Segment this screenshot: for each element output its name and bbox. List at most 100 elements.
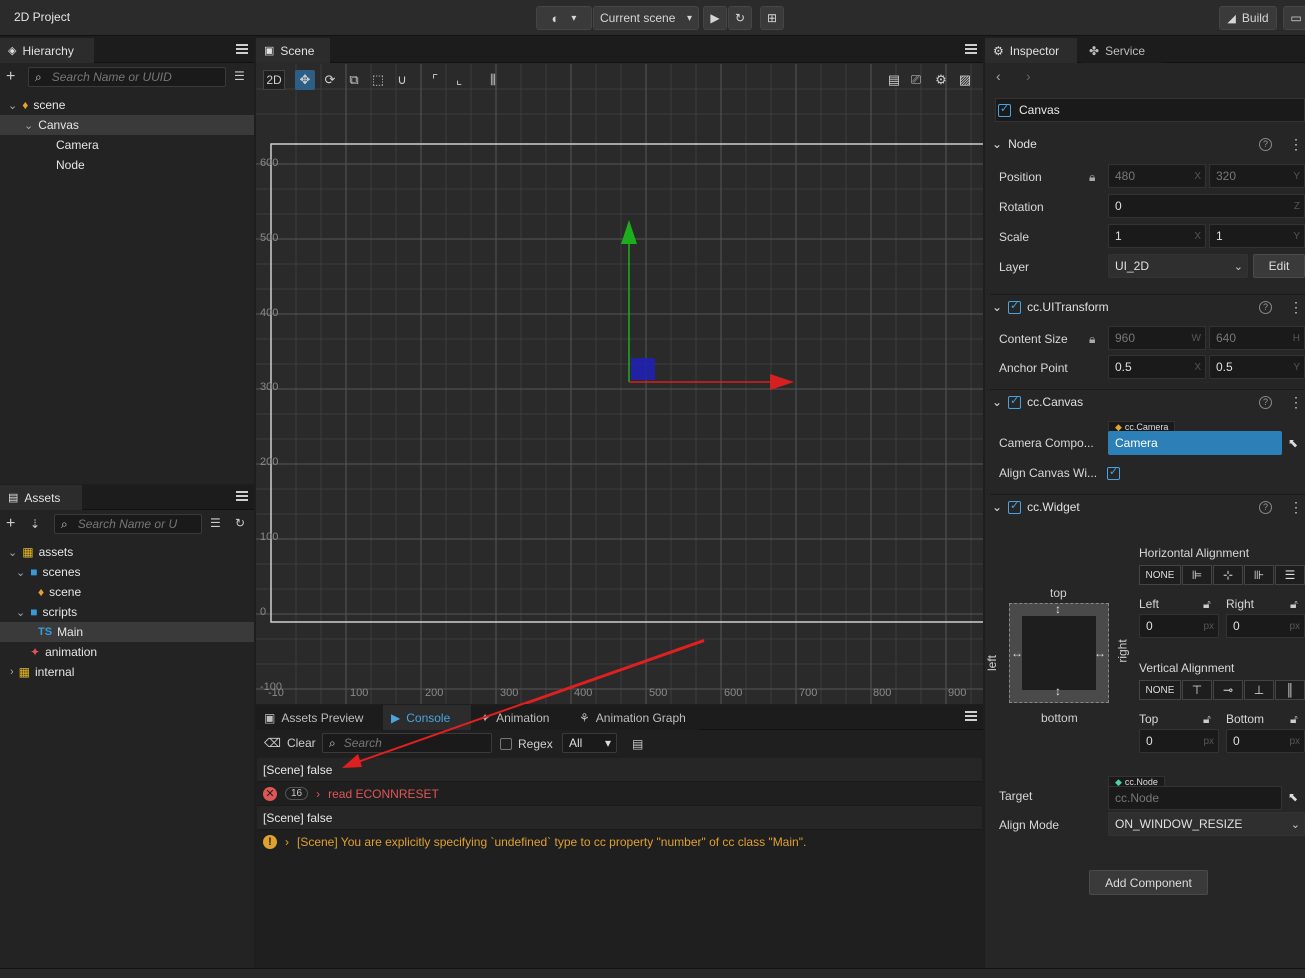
align-mode-select[interactable]: ON_WINDOW_RESIZE ⌄ bbox=[1108, 812, 1305, 836]
asset-item-scene[interactable]: ♦ scene bbox=[38, 582, 81, 602]
align-tool-icon[interactable]: ⫼ bbox=[480, 70, 506, 90]
tree-item-node[interactable]: Node bbox=[56, 155, 85, 175]
add-icon[interactable]: + bbox=[6, 515, 15, 533]
node-name-row[interactable]: Canvas bbox=[995, 98, 1305, 122]
refresh-icon[interactable]: ↻ bbox=[235, 516, 245, 530]
pick-target-icon[interactable]: ⬉ bbox=[1288, 790, 1298, 804]
scene-select[interactable]: Current scene ▾ bbox=[593, 6, 699, 30]
snap-tool-icon[interactable]: ∪ bbox=[392, 70, 412, 90]
align-bottom-icon[interactable]: ⊥ bbox=[1244, 680, 1274, 700]
node-active-checkbox[interactable] bbox=[998, 102, 1011, 117]
mode-2d-toggle[interactable]: 2D bbox=[263, 70, 285, 90]
v-align-none-button[interactable]: NONE bbox=[1139, 680, 1181, 700]
resolution-icon[interactable]: ▤ bbox=[884, 70, 904, 90]
content-height-field[interactable]: 640 H bbox=[1209, 326, 1305, 350]
help-icon[interactable]: ? bbox=[1259, 396, 1272, 409]
node-name-field[interactable]: Canvas bbox=[1019, 103, 1060, 117]
align-stretch-h-icon[interactable]: ☰ bbox=[1275, 565, 1305, 585]
h-align-none-button[interactable]: NONE bbox=[1139, 565, 1181, 585]
asset-item-assets[interactable]: ⌄ ▦ assets bbox=[0, 542, 254, 562]
lock-icon[interactable]: 🔓︎ bbox=[1203, 597, 1211, 612]
rotate-tool-icon[interactable]: ⟳ bbox=[320, 70, 340, 90]
more-icon[interactable]: ⋮ bbox=[1289, 500, 1303, 514]
back-icon[interactable]: ‹ bbox=[996, 68, 1001, 84]
tree-item-canvas[interactable]: ⌄ Canvas bbox=[0, 115, 254, 135]
lock-icon[interactable]: 🔒︎ bbox=[1089, 332, 1095, 347]
more-icon[interactable]: ⋮ bbox=[1289, 300, 1303, 314]
anchor-x-field[interactable]: 0.5 X bbox=[1108, 355, 1206, 379]
camera-icon[interactable]: ⎚ bbox=[906, 70, 926, 90]
preview-grid-button[interactable]: ⊞ bbox=[760, 6, 784, 30]
tab-inspector[interactable]: ⚙ Inspector bbox=[985, 38, 1077, 63]
asset-item-scripts[interactable]: ⌄ ■ scripts bbox=[0, 602, 254, 622]
build-button[interactable]: ◢ Build bbox=[1219, 6, 1277, 30]
canvas-section-header[interactable]: ⌄ cc.Canvas bbox=[992, 391, 1083, 413]
assets-search-input[interactable]: ⌕ Search Name or U bbox=[54, 514, 202, 534]
console-line-warning[interactable]: ! › [Scene] You are explicitly specifyin… bbox=[257, 830, 982, 854]
help-icon[interactable]: ? bbox=[1259, 301, 1272, 314]
component-enabled-checkbox[interactable] bbox=[1008, 394, 1022, 409]
edit-layer-button[interactable]: Edit bbox=[1253, 254, 1305, 278]
right-anchor-icon[interactable]: ↔ bbox=[1094, 646, 1106, 660]
asset-item-scenes[interactable]: ⌄ ■ scenes bbox=[0, 562, 254, 582]
tab-hierarchy[interactable]: ◈ Hierarchy bbox=[0, 38, 94, 63]
tab-assets[interactable]: ▤ Assets bbox=[0, 485, 82, 510]
lock-icon[interactable]: 🔓︎ bbox=[1290, 712, 1298, 727]
layer-select[interactable]: UI_2D ⌄ bbox=[1108, 254, 1248, 278]
menu-icon[interactable] bbox=[965, 711, 977, 723]
scene-viewport[interactable]: 600 500 400 300 200 100 0 -100 -10 100 2… bbox=[256, 64, 983, 704]
align-left-icon[interactable]: ⊫ bbox=[1182, 565, 1212, 585]
forward-icon[interactable]: › bbox=[1026, 68, 1031, 84]
list-icon[interactable]: ☰ bbox=[210, 516, 221, 530]
align-center-h-icon[interactable]: ⊹ bbox=[1213, 565, 1243, 585]
align-canvas-checkbox[interactable] bbox=[1107, 465, 1120, 480]
node-section-header[interactable]: ⌄ Node bbox=[992, 133, 1037, 155]
more-icon[interactable]: ⋮ bbox=[1289, 395, 1303, 409]
bottom-anchor-icon[interactable]: ↕ bbox=[1055, 684, 1061, 698]
tree-item-scene[interactable]: ⌄ ♦ scene bbox=[0, 95, 254, 115]
lock-icon[interactable]: 🔓︎ bbox=[1203, 712, 1211, 727]
help-icon[interactable]: ? bbox=[1259, 138, 1272, 151]
tab-service[interactable]: ✤ Service bbox=[1081, 38, 1161, 63]
menu-icon[interactable] bbox=[236, 491, 248, 503]
scale-x-field[interactable]: 1X bbox=[1108, 224, 1206, 248]
clear-button[interactable]: ⌫ Clear bbox=[264, 736, 316, 750]
align-center-v-icon[interactable]: ⊸ bbox=[1213, 680, 1243, 700]
rotation-field[interactable]: 0Z bbox=[1108, 194, 1305, 218]
left-offset-field[interactable]: 0 px bbox=[1139, 614, 1219, 638]
menu-icon[interactable] bbox=[236, 44, 248, 56]
console-line[interactable]: [Scene] false bbox=[257, 806, 982, 830]
gizmo-icon[interactable]: ▨ bbox=[955, 70, 975, 90]
play-button[interactable]: ▶ bbox=[703, 6, 727, 30]
rect-tool-icon[interactable]: ⬚ bbox=[368, 70, 388, 90]
sort-icon[interactable]: ⇣ bbox=[30, 517, 40, 531]
add-component-button[interactable]: Add Component bbox=[1089, 870, 1208, 895]
right-offset-field[interactable]: 0 px bbox=[1226, 614, 1305, 638]
widget-alignment-diagram[interactable]: ↕ ↕ ↔ ↔ bbox=[1009, 602, 1109, 703]
tree-item-camera[interactable]: Camera bbox=[56, 135, 99, 155]
platform-select[interactable]: ◐ ▾ bbox=[536, 6, 592, 30]
hierarchy-search-input[interactable]: ⌕ Search Name or UUID bbox=[28, 67, 226, 87]
left-anchor-icon[interactable]: ↔ bbox=[1011, 646, 1023, 660]
lock-icon[interactable]: 🔓︎ bbox=[1290, 597, 1298, 612]
camera-reference-field[interactable]: Camera bbox=[1108, 431, 1282, 455]
component-enabled-checkbox[interactable] bbox=[1008, 499, 1022, 514]
align-right-icon[interactable]: ⊪ bbox=[1244, 565, 1274, 585]
menu-icon[interactable] bbox=[965, 44, 977, 56]
target-reference-field[interactable]: cc.Node bbox=[1108, 786, 1282, 810]
pick-target-icon[interactable]: ⬉ bbox=[1288, 436, 1298, 450]
position-y-field[interactable]: 320 Y bbox=[1209, 164, 1305, 188]
asset-item-main[interactable]: TS Main bbox=[0, 622, 254, 642]
asset-item-animation[interactable]: ✦ animation bbox=[30, 642, 97, 662]
uitransform-section-header[interactable]: ⌄ cc.UITransform bbox=[992, 296, 1109, 318]
folder-button[interactable]: ▭ bbox=[1283, 6, 1305, 30]
pivot-icon[interactable]: ⌜ bbox=[425, 70, 445, 90]
help-icon[interactable]: ? bbox=[1259, 501, 1272, 514]
console-line-error[interactable]: ✕ 16 › read ECONNRESET bbox=[257, 782, 982, 806]
tab-scene[interactable]: ▣ Scene bbox=[256, 38, 330, 63]
more-icon[interactable]: ⋮ bbox=[1289, 137, 1303, 151]
content-width-field[interactable]: 960 W bbox=[1108, 326, 1206, 350]
scale-y-field[interactable]: 1Y bbox=[1209, 224, 1305, 248]
top-offset-field[interactable]: 0 px bbox=[1139, 729, 1219, 753]
bottom-offset-field[interactable]: 0 px bbox=[1226, 729, 1305, 753]
